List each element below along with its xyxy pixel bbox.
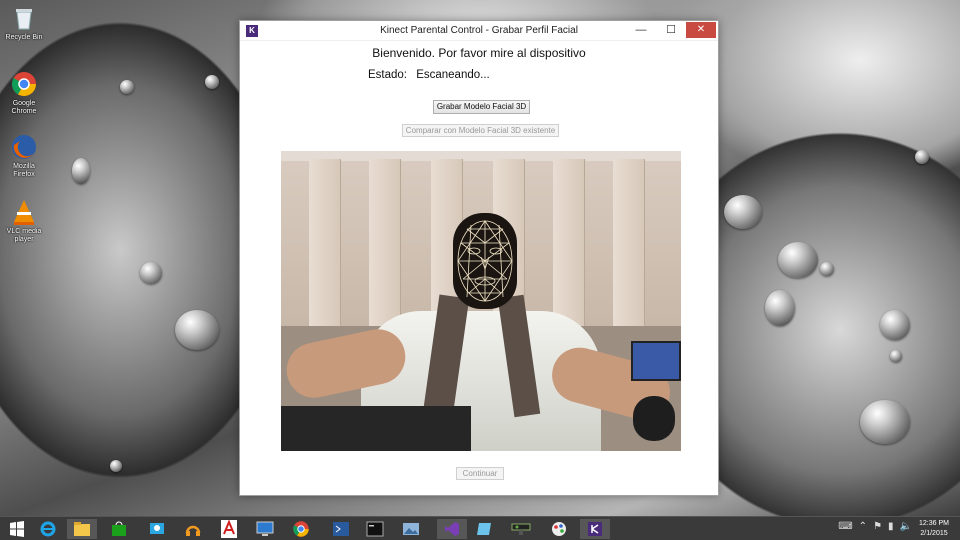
minimize-button[interactable]: — xyxy=(626,21,656,41)
visual-studio-icon xyxy=(445,522,459,536)
taskbar-clock[interactable]: 12:36 PM 2/1/2015 xyxy=(914,519,954,539)
continue-button[interactable]: Continuar xyxy=(456,467,504,480)
ie-icon xyxy=(40,521,56,537)
adobe-icon xyxy=(221,520,237,538)
water-drop xyxy=(140,262,162,284)
desktop-icon-recycle-bin[interactable]: Recycle Bin xyxy=(2,4,46,42)
keyboard-icon[interactable]: ⌨ xyxy=(838,521,852,532)
taskbar-headphones[interactable] xyxy=(178,519,208,539)
camera-feed xyxy=(281,151,681,451)
water-drop xyxy=(778,242,818,278)
remote-icon xyxy=(150,523,164,534)
record-face-model-button[interactable]: Grabar Modelo Facial 3D xyxy=(433,100,530,114)
taskbar-adobe[interactable] xyxy=(214,519,244,539)
headphones-icon xyxy=(185,525,201,536)
powershell-icon xyxy=(333,522,349,536)
keyboard xyxy=(281,406,471,451)
taskbar-visual-studio[interactable] xyxy=(437,519,467,539)
laptop-screen xyxy=(631,341,681,381)
kinect-icon xyxy=(511,523,531,535)
water-drop xyxy=(880,310,910,340)
clock-time: 12:36 PM xyxy=(919,520,949,527)
taskbar-ie[interactable] xyxy=(33,519,63,539)
taskbar-cmd[interactable] xyxy=(360,519,390,539)
taskbar-explorer[interactable] xyxy=(67,519,97,539)
recycle-bin-icon xyxy=(16,9,32,30)
water-drop xyxy=(724,195,762,229)
wall-panel xyxy=(369,159,401,329)
network-icon[interactable]: ▮ xyxy=(888,521,894,532)
welcome-message: Bienvenido. Por favor mire al dispositiv… xyxy=(372,46,586,60)
wall-panel xyxy=(553,159,585,329)
water-drop xyxy=(890,350,902,362)
taskbar-tablet[interactable] xyxy=(470,519,500,539)
status-label: Estado: xyxy=(368,69,407,81)
chrome-icon xyxy=(11,72,36,97)
wall-panel xyxy=(613,159,645,329)
water-drop xyxy=(860,400,910,444)
taskbar-kinect[interactable] xyxy=(506,519,536,539)
water-drop xyxy=(205,75,219,89)
taskbar-kinect-app[interactable] xyxy=(580,519,610,539)
desktop-icon-firefox[interactable]: Mozilla Firefox xyxy=(2,133,46,179)
water-drop xyxy=(915,150,929,164)
wall-panel xyxy=(309,159,341,329)
close-button[interactable]: ✕ xyxy=(686,22,716,38)
kinect-app-icon xyxy=(588,522,602,536)
firefox-icon xyxy=(12,135,36,159)
maximize-button[interactable]: ☐ xyxy=(656,21,686,41)
vlc-icon xyxy=(14,200,34,225)
start-icon xyxy=(10,521,24,537)
face-tracking-mesh xyxy=(457,220,513,302)
taskbar-remote[interactable] xyxy=(142,519,172,539)
chrome-icon xyxy=(293,521,309,537)
start-button[interactable] xyxy=(2,519,32,539)
explorer-icon xyxy=(74,522,90,536)
water-drop xyxy=(110,460,122,472)
taskbar-paint[interactable] xyxy=(544,519,574,539)
water-drop xyxy=(175,310,219,350)
photos-icon xyxy=(403,523,419,535)
taskbar-monitor[interactable] xyxy=(250,519,280,539)
taskbar-chrome[interactable] xyxy=(286,519,316,539)
compare-face-model-button[interactable]: Comparar con Modelo Facial 3D existente xyxy=(402,124,559,137)
system-tray: ⌨ ⌃ ⚑ ▮ 🔈 xyxy=(838,521,912,532)
volume-icon[interactable]: 🔈 xyxy=(900,521,912,532)
water-drop xyxy=(765,290,795,326)
taskbar: ⌨ ⌃ ⚑ ▮ 🔈 12:36 PM 2/1/2015 xyxy=(0,516,960,540)
title-bar[interactable]: K Kinect Parental Control - Grabar Perfi… xyxy=(240,21,718,41)
status-line: Estado: Escaneando... xyxy=(368,69,490,81)
taskbar-photos[interactable] xyxy=(396,519,426,539)
water-drop xyxy=(120,80,134,94)
tablet-icon xyxy=(477,523,491,535)
monitor-icon xyxy=(256,521,274,536)
chevron-up-icon[interactable]: ⌃ xyxy=(859,521,867,532)
desktop-icon-chrome[interactable]: Google Chrome xyxy=(2,70,46,116)
taskbar-powershell[interactable] xyxy=(326,519,356,539)
status-value: Escaneando... xyxy=(416,69,490,81)
water-drop xyxy=(820,262,834,276)
clock-date: 2/1/2015 xyxy=(920,530,948,537)
app-window: K Kinect Parental Control - Grabar Perfi… xyxy=(239,20,719,496)
desktop-icon-vlc[interactable]: VLC media player xyxy=(2,198,46,244)
taskbar-store[interactable] xyxy=(104,519,134,539)
computer-mouse xyxy=(633,396,675,441)
store-icon xyxy=(112,521,126,536)
paint-icon xyxy=(552,522,566,536)
flag-icon[interactable]: ⚑ xyxy=(873,521,882,532)
water-drop xyxy=(72,158,90,184)
cmd-icon xyxy=(366,521,384,537)
